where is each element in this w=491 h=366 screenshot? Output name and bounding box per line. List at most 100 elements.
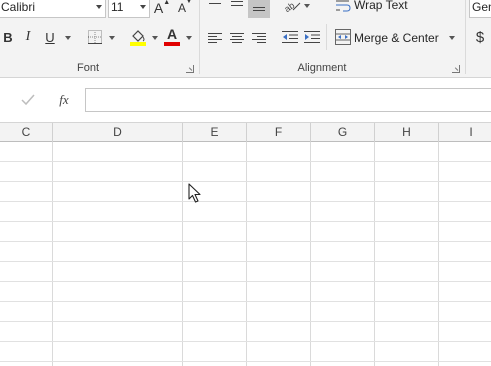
font-size-value: 11 bbox=[111, 0, 124, 14]
grid-row-line bbox=[0, 181, 491, 182]
font-color-button[interactable]: A bbox=[163, 26, 181, 46]
grid-row-line bbox=[0, 221, 491, 222]
align-center-icon bbox=[230, 32, 244, 44]
column-header-h[interactable]: H bbox=[375, 123, 439, 142]
wrap-text-icon-wrap[interactable] bbox=[334, 0, 352, 13]
fill-color-dropdown-icon[interactable] bbox=[152, 36, 158, 40]
number-format-combo[interactable]: Gen bbox=[469, 0, 491, 18]
grid-col-line bbox=[310, 142, 311, 366]
grid-col-line bbox=[374, 142, 375, 366]
align-right-button[interactable] bbox=[250, 30, 268, 46]
merge-center-icon bbox=[335, 29, 351, 45]
wrap-text-icon bbox=[336, 0, 351, 12]
decrease-indent-icon bbox=[282, 31, 298, 43]
grow-font-icon: A bbox=[153, 0, 164, 16]
font-dialog-launcher-icon[interactable] bbox=[186, 65, 194, 73]
formula-bar-controls: fx bbox=[0, 88, 80, 112]
underline-icon: U bbox=[45, 29, 55, 45]
mouse-pointer-icon bbox=[188, 183, 201, 203]
italic-button[interactable]: I bbox=[20, 28, 36, 46]
column-header-c[interactable]: C bbox=[0, 123, 53, 142]
alignment-group-label: Alignment bbox=[297, 62, 347, 74]
font-size-combo[interactable]: 11 bbox=[108, 0, 150, 18]
middle-align-button[interactable] bbox=[228, 0, 246, 10]
orientation-dropdown-icon[interactable] bbox=[304, 4, 310, 8]
alignment-dialog-launcher-icon[interactable] bbox=[452, 65, 460, 73]
paint-bucket-icon bbox=[130, 30, 146, 46]
merge-center-icon-wrap[interactable] bbox=[334, 28, 352, 46]
borders-icon bbox=[88, 30, 102, 44]
formula-bar: fx bbox=[0, 82, 491, 118]
italic-icon: I bbox=[25, 29, 31, 44]
bold-button[interactable]: B bbox=[0, 28, 16, 46]
orientation-button[interactable]: ab bbox=[282, 0, 302, 13]
borders-button[interactable] bbox=[86, 28, 104, 46]
grid-col-line bbox=[246, 142, 247, 366]
grid-row-line bbox=[0, 281, 491, 282]
underline-dropdown-icon[interactable] bbox=[65, 36, 71, 40]
ribbon: Calibri 11 A ▲ A ▼ B I U A Font ab Wrap … bbox=[0, 0, 491, 78]
grid-row-line bbox=[0, 241, 491, 242]
font-name-dropdown-icon bbox=[96, 5, 102, 9]
group-separator bbox=[199, 0, 200, 74]
bottom-align-icon bbox=[252, 0, 266, 12]
group-separator-2 bbox=[465, 0, 466, 74]
wrap-text-button[interactable]: Wrap Text bbox=[354, 0, 408, 12]
accounting-format-button[interactable]: $ bbox=[472, 28, 488, 46]
font-color-dropdown-icon[interactable] bbox=[186, 36, 192, 40]
font-color-swatch bbox=[164, 41, 180, 46]
increase-indent-icon bbox=[304, 31, 320, 43]
decrease-indent-button[interactable] bbox=[280, 28, 300, 46]
column-header-i[interactable]: I bbox=[439, 123, 491, 142]
underline-button[interactable]: U bbox=[42, 28, 58, 46]
bottom-align-button[interactable] bbox=[248, 0, 270, 18]
grid-row-line bbox=[0, 361, 491, 362]
column-header-d[interactable]: D bbox=[53, 123, 183, 142]
borders-dropdown-icon[interactable] bbox=[109, 36, 115, 40]
indent-separator bbox=[326, 24, 327, 50]
align-right-icon bbox=[252, 32, 266, 44]
grid-row-line bbox=[0, 201, 491, 202]
grid-row-line bbox=[0, 261, 491, 262]
fx-icon: fx bbox=[59, 92, 69, 107]
font-name-value: Calibri bbox=[1, 0, 36, 14]
fill-color-button[interactable] bbox=[128, 27, 148, 47]
font-name-combo[interactable]: Calibri bbox=[0, 0, 106, 18]
enter-button[interactable] bbox=[18, 90, 38, 110]
middle-align-icon bbox=[230, 0, 244, 9]
shrink-font-icon: A bbox=[178, 1, 187, 15]
font-size-dropdown-icon bbox=[140, 5, 146, 9]
number-format-value: Gen bbox=[472, 0, 491, 14]
column-header-g[interactable]: G bbox=[311, 123, 375, 142]
grid-row-line bbox=[0, 301, 491, 302]
merge-center-button[interactable]: Merge & Center bbox=[354, 31, 439, 45]
font-color-icon: A bbox=[166, 25, 178, 42]
grid-col-line bbox=[52, 142, 53, 366]
cell-grid[interactable] bbox=[0, 142, 491, 366]
insert-function-button[interactable]: fx bbox=[54, 90, 74, 110]
grid-col-line bbox=[182, 142, 183, 366]
top-align-icon bbox=[208, 0, 222, 9]
font-group-label: Font bbox=[76, 62, 99, 74]
align-left-button[interactable] bbox=[206, 30, 224, 46]
increase-indent-button[interactable] bbox=[302, 28, 322, 46]
grid-row-line bbox=[0, 341, 491, 342]
top-align-button[interactable] bbox=[206, 0, 224, 10]
grid-row-line bbox=[0, 321, 491, 322]
column-header-f[interactable]: F bbox=[247, 123, 311, 142]
grow-font-button[interactable]: A ▲ bbox=[153, 0, 171, 17]
grid-row-line bbox=[0, 161, 491, 162]
merge-center-dropdown-icon[interactable] bbox=[449, 36, 455, 40]
column-header-e[interactable]: E bbox=[183, 123, 247, 142]
svg-text:ab: ab bbox=[283, 0, 296, 12]
currency-icon: $ bbox=[475, 28, 485, 46]
align-center-button[interactable] bbox=[228, 30, 246, 46]
bold-icon: B bbox=[3, 29, 13, 45]
text-orientation-icon: ab bbox=[283, 0, 301, 12]
grid-col-line bbox=[438, 142, 439, 366]
column-headers: C D E F G H I bbox=[0, 122, 491, 142]
check-icon bbox=[21, 94, 35, 106]
align-left-icon bbox=[208, 32, 222, 44]
formula-input[interactable] bbox=[85, 88, 491, 112]
shrink-font-button[interactable]: A ▼ bbox=[176, 0, 194, 17]
